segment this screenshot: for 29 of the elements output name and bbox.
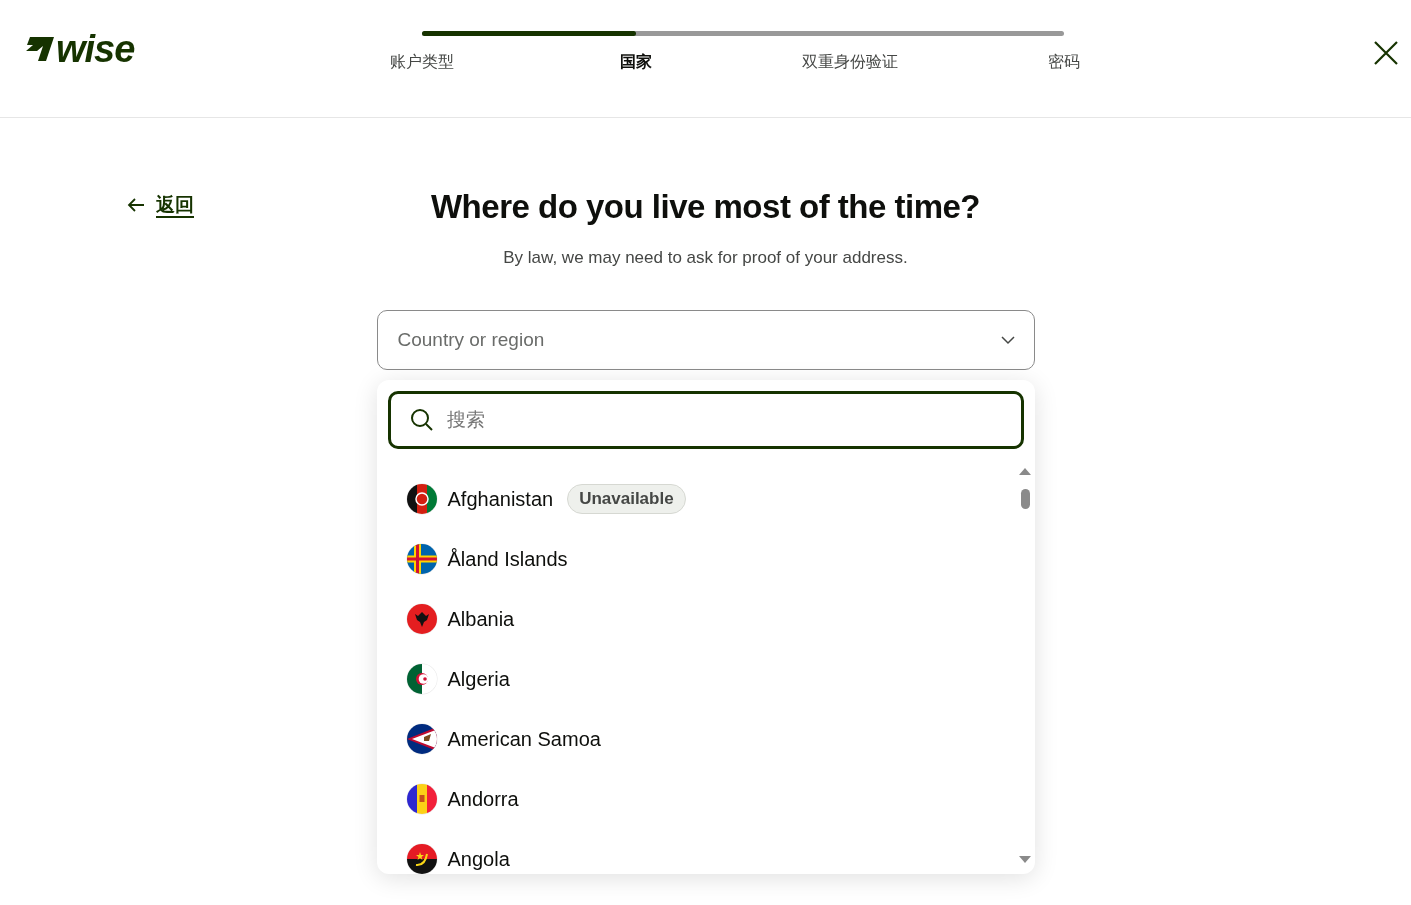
country-option[interactable]: Andorra (405, 769, 1024, 829)
flag-icon (405, 483, 438, 515)
step-label: 国家 (619, 52, 653, 72)
step-label: 账户类型 (389, 52, 455, 72)
logo: wise (56, 30, 135, 68)
search-icon (409, 408, 434, 432)
flag-icon (405, 663, 438, 695)
flag-icon (405, 783, 438, 815)
country-option[interactable]: Algeria (405, 649, 1024, 709)
step-label: 密码 (1047, 52, 1081, 72)
country-select[interactable]: Country or region (376, 310, 1035, 370)
flag-icon (405, 543, 438, 575)
flag-icon (405, 843, 438, 874)
country-option[interactable]: Albania (405, 589, 1024, 649)
search-field[interactable]: 搜索 (387, 391, 1024, 449)
logo-icon (24, 35, 54, 63)
country-option[interactable]: American Samoa (405, 709, 1024, 769)
close-button[interactable] (1373, 40, 1399, 66)
scrollbar-thumb[interactable] (1020, 489, 1030, 509)
subtitle: By law, we may need to ask for proof of your address. (503, 248, 908, 268)
back-link[interactable]: 返回 (156, 192, 194, 218)
country-option[interactable]: Angola (405, 829, 1024, 874)
flag-icon (405, 723, 438, 755)
country-option[interactable]: Afghanistan Unavailable (405, 469, 1024, 529)
flag-icon (405, 603, 438, 635)
status-badge: Unavailable (567, 484, 686, 514)
country-option[interactable]: Åland Islands (405, 529, 1024, 589)
step-label: 双重身份验证 (801, 52, 899, 72)
page-title: Where do you live most of the time? (430, 188, 981, 226)
